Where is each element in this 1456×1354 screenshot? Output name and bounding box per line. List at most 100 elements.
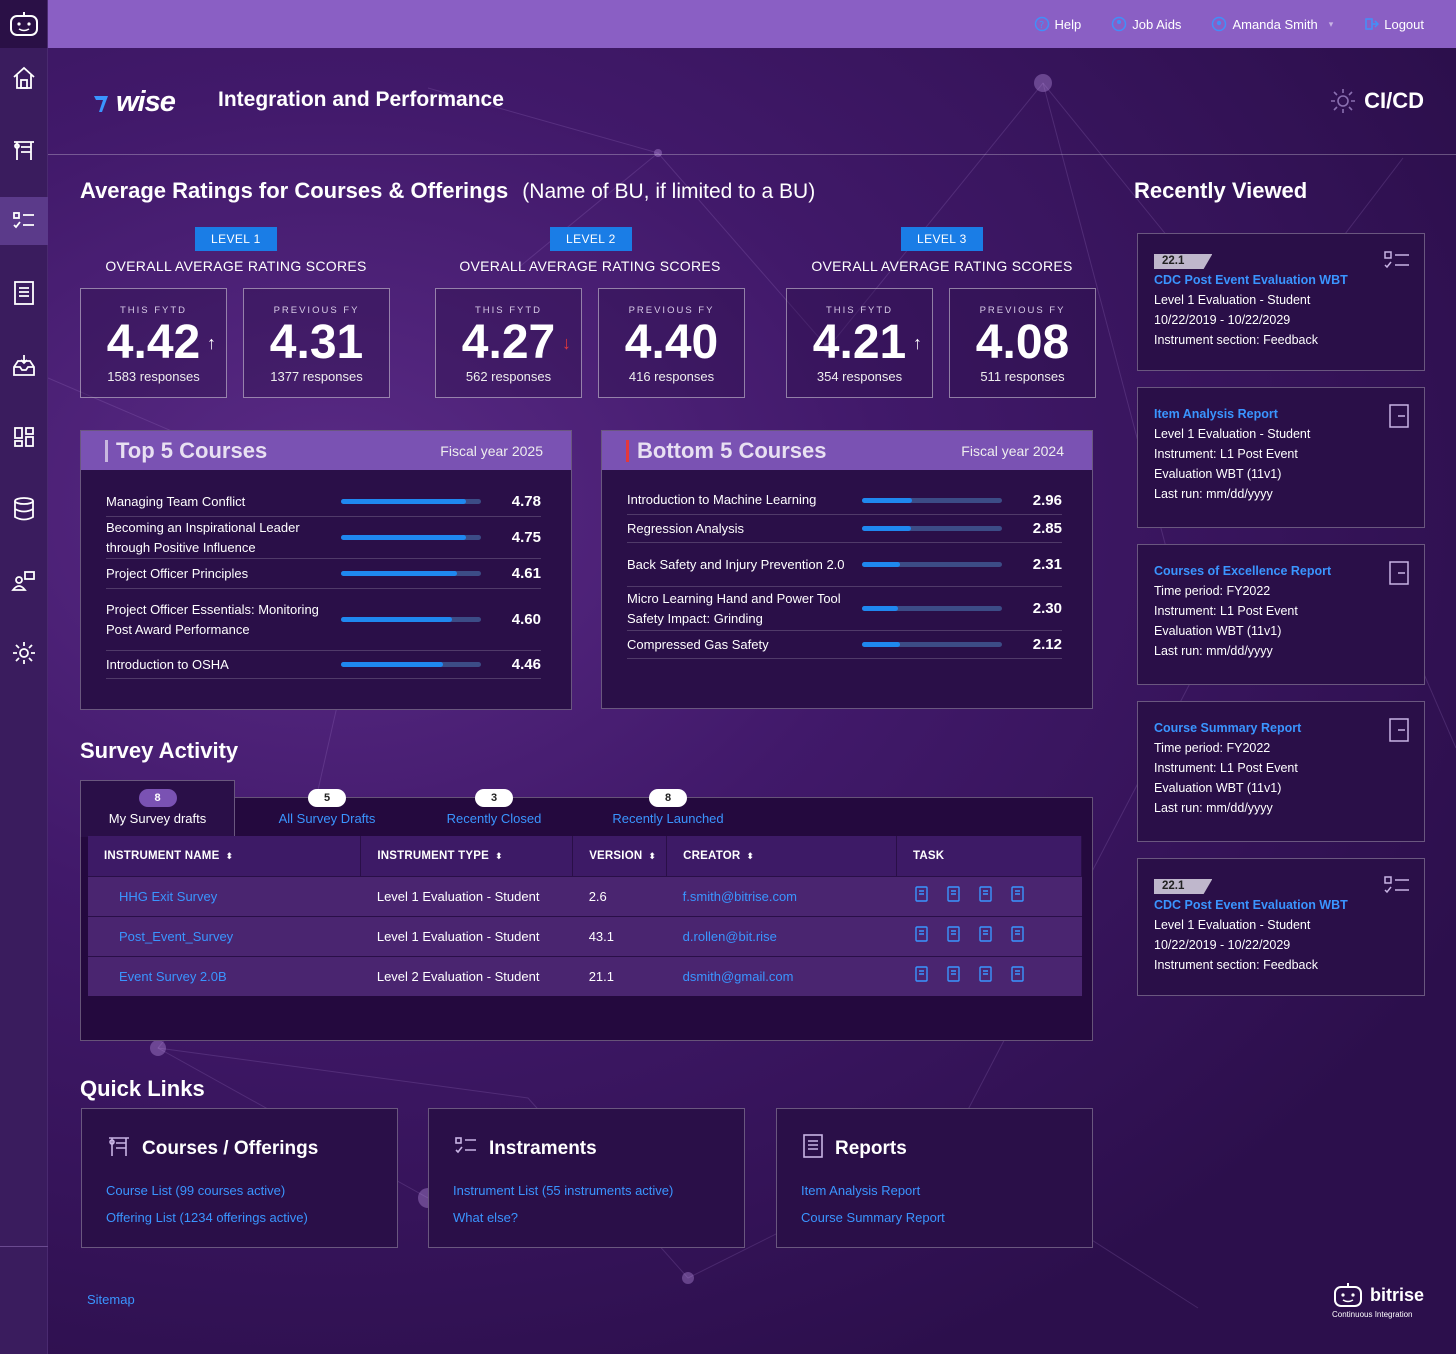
column-header-version[interactable]: VERSION ⬍ [572, 836, 668, 876]
job-aids-link[interactable]: Job Aids [1111, 16, 1181, 32]
course-row[interactable]: Micro Learning Hand and Power Tool Safet… [627, 587, 1062, 631]
tab-count-badge: 3 [475, 789, 513, 807]
top-courses-title: Top 5 Courses [116, 437, 268, 463]
rating-bar-fill [862, 606, 898, 611]
course-name: Micro Learning Hand and Power Tool Safet… [627, 590, 841, 626]
quick-link[interactable]: What else? [453, 1210, 720, 1225]
preview-icon[interactable] [977, 885, 996, 907]
bitrise-footer-logo: bitrise Continuous Integration [1332, 1282, 1424, 1319]
task-icons [913, 965, 1082, 987]
course-row[interactable]: Introduction to Machine Learning 2.96 [627, 486, 1062, 515]
version-tag: 22.1 [1154, 254, 1213, 269]
course-row[interactable]: Regression Analysis 2.85 [627, 515, 1062, 543]
column-header-instrument-type[interactable]: INSTRUMENT TYPE ⬍ [360, 836, 574, 876]
score-value: 4.08 [975, 316, 1070, 369]
quick-link[interactable]: Course Summary Report [801, 1210, 1068, 1225]
score-caption: PREVIOUS FY [979, 305, 1066, 316]
course-row[interactable]: Compressed Gas Safety 2.12 [627, 631, 1062, 659]
course-row[interactable]: Project Officer Essentials: Monitoring P… [106, 589, 541, 651]
lock-icon[interactable] [1009, 965, 1028, 987]
column-header-creator[interactable]: CREATOR ⬍ [666, 836, 898, 876]
add-icon[interactable] [913, 965, 932, 987]
column-header-instrument-name[interactable]: INSTRUMENT NAME ⬍ [88, 836, 362, 876]
task-icons [913, 885, 1082, 907]
copy-icon[interactable] [945, 885, 964, 907]
quick-link[interactable]: Instrument List (55 instruments active) [453, 1183, 720, 1198]
help-link[interactable]: ? Help [1034, 16, 1082, 32]
level-title: OVERALL AVERAGE RATING SCORES [459, 258, 721, 274]
chevron-down-icon: ▾ [1328, 18, 1334, 29]
sitemap-link[interactable]: Sitemap [87, 1292, 135, 1307]
recently-viewed-card[interactable]: 22.1 CDC Post Event Evaluation WBT Level 1… [1137, 858, 1425, 996]
quick-link[interactable]: Offering List (1234 offerings active) [106, 1210, 373, 1225]
copy-icon[interactable] [945, 925, 964, 947]
creator-email-link[interactable]: d.rollen@bit.rise [666, 915, 897, 956]
courses-icon[interactable] [0, 126, 48, 174]
sort-icon[interactable]: ⬍ [495, 851, 503, 861]
tab-recently-launched[interactable]: 8 Recently Launched [590, 789, 746, 827]
creator-email-link[interactable]: f.smith@bitrise.com [666, 875, 897, 916]
quick-link[interactable]: Course List (99 courses active) [106, 1183, 373, 1198]
lock-icon[interactable] [1009, 925, 1028, 947]
bottom-courses-fiscal: Fiscal year 2024 [961, 442, 1064, 459]
recently-viewed-detail: Last run: mm/dd/yyyy [1154, 801, 1273, 815]
user-admin-icon[interactable] [0, 557, 48, 605]
dashboard-icon[interactable] [0, 413, 48, 461]
quick-link-header: Reports [801, 1133, 1068, 1165]
wise-logo[interactable]: wise [90, 86, 176, 119]
score-caption: PREVIOUS FY [273, 305, 360, 316]
bitrise-logo-icon[interactable] [0, 0, 47, 48]
tab-all-survey-drafts[interactable]: 5 All Survey Drafts [252, 789, 402, 827]
sort-icon[interactable]: ⬍ [746, 851, 754, 861]
help-label: Help [1054, 16, 1082, 32]
add-icon[interactable] [913, 885, 932, 907]
recently-viewed-title[interactable]: Item Analysis Report [1154, 404, 1408, 424]
course-name: Project Officer Essentials: Monitoring P… [106, 601, 319, 637]
tab-count-badge: 8 [138, 789, 177, 807]
settings-icon[interactable] [0, 629, 48, 677]
user-menu[interactable]: Amanda Smith ▾ [1211, 16, 1333, 32]
creator-email-link[interactable]: dsmith@gmail.com [666, 955, 897, 996]
instrument-name-link[interactable]: HHG Exit Survey [88, 875, 361, 916]
instrument-version: 43.1 [572, 915, 667, 956]
inbox-icon[interactable] [0, 342, 48, 390]
course-row[interactable]: Becoming an Inspirational Leader through… [106, 517, 541, 559]
recently-viewed-title[interactable]: CDC Post Event Evaluation WBT [1154, 270, 1408, 290]
course-row[interactable]: Back Safety and Injury Prevention 2.0 2.3… [627, 543, 1062, 587]
add-icon[interactable] [913, 925, 932, 947]
recently-viewed-title[interactable]: Course Summary Report [1154, 718, 1408, 738]
help-icon: ? [1034, 16, 1049, 32]
recently-viewed-card[interactable]: Course Summary Report Time period: FY2022… [1137, 701, 1425, 842]
report-icon[interactable] [0, 269, 48, 317]
course-row[interactable]: Managing Team Conflict 4.78 [106, 487, 541, 517]
instrument-name-link[interactable]: Event Survey 2.0B [88, 955, 361, 996]
column-header-label: INSTRUMENT TYPE [377, 849, 489, 862]
recently-viewed-card[interactable]: Item Analysis Report Level 1 Evaluation -… [1137, 387, 1425, 528]
sort-icon[interactable]: ⬍ [648, 851, 656, 861]
course-row[interactable]: Project Officer Principles 4.61 [106, 559, 541, 589]
preview-icon[interactable] [977, 965, 996, 987]
sort-icon[interactable]: ⬍ [225, 851, 233, 861]
logout-icon [1365, 18, 1380, 30]
instrument-name-link[interactable]: Post_Event_Survey [88, 915, 361, 956]
course-row[interactable]: Introduction to OSHA 4.46 [106, 651, 541, 679]
brand-name: wise [116, 86, 176, 118]
recently-viewed-card[interactable]: 22.1 CDC Post Event Evaluation WBT Level 1… [1137, 233, 1425, 371]
preview-icon[interactable] [977, 925, 996, 947]
recently-viewed-title[interactable]: CDC Post Event Evaluation WBT [1154, 895, 1408, 915]
tab-my-survey-drafts[interactable]: 8 My Survey drafts [80, 780, 235, 837]
bitrise-tagline: Continuous Integration [1332, 1310, 1413, 1319]
database-icon[interactable] [0, 485, 48, 533]
home-icon[interactable] [0, 54, 48, 102]
survey-icon[interactable] [0, 197, 48, 245]
recently-viewed-detail: Evaluation WBT (11v1) [1154, 467, 1282, 481]
courses-icon [106, 1133, 132, 1165]
lock-icon[interactable] [1009, 885, 1028, 907]
logout-link[interactable]: Logout [1363, 16, 1424, 32]
copy-icon[interactable] [945, 965, 964, 987]
quick-link[interactable]: Item Analysis Report [801, 1183, 1068, 1198]
previous-fy-score-box: PREVIOUS FY 4.31 1377 responses [243, 288, 390, 398]
recently-viewed-title[interactable]: Courses of Excellence Report [1154, 561, 1408, 581]
tab-recently-closed[interactable]: 3 Recently Closed [419, 789, 569, 827]
recently-viewed-card[interactable]: Courses of Excellence Report Time period:… [1137, 544, 1425, 685]
